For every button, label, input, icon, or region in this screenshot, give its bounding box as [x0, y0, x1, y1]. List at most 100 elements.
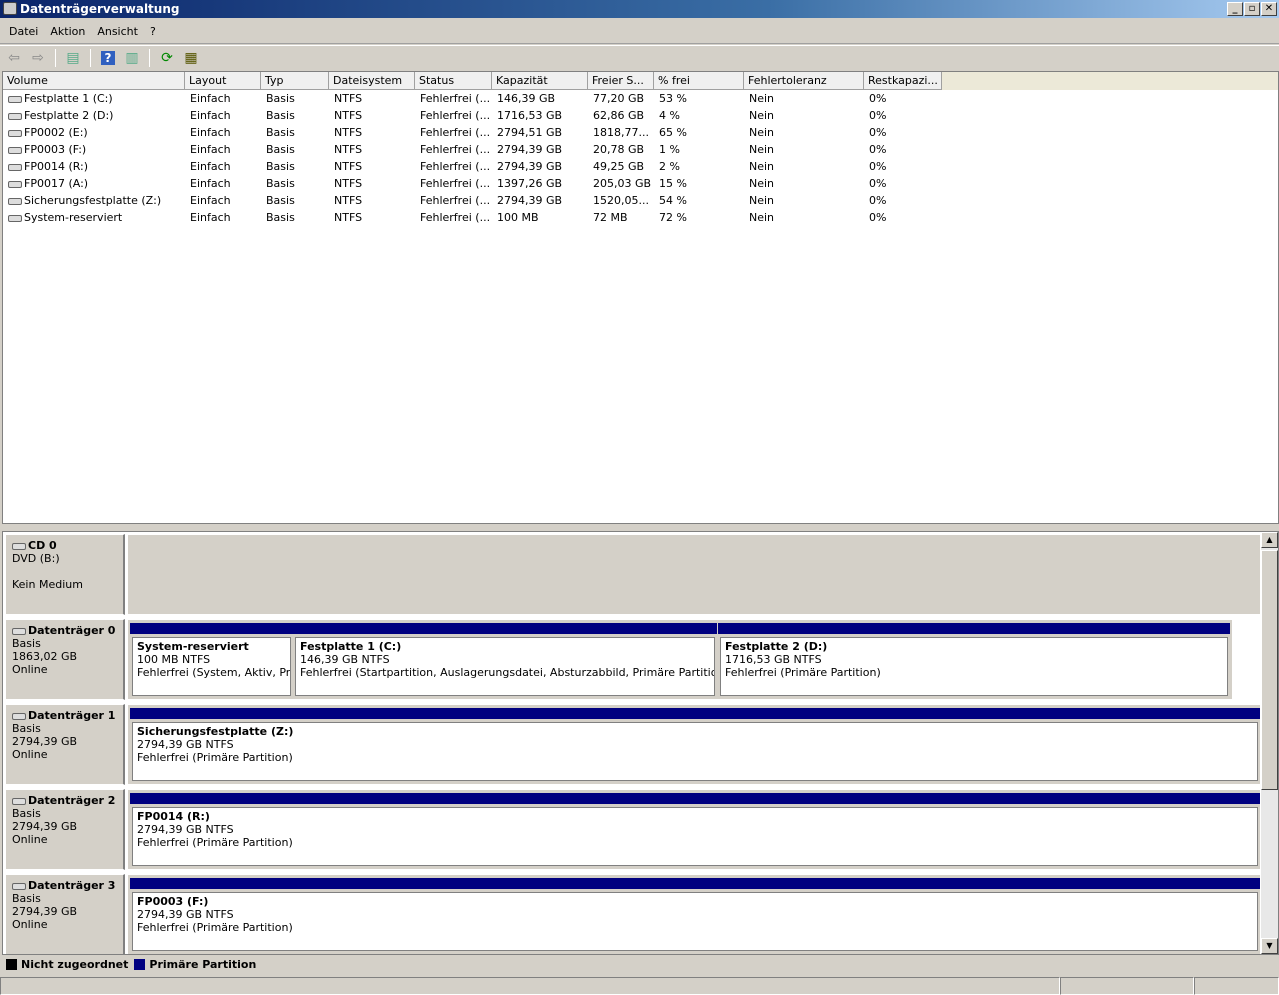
- action-pane-icon[interactable]: ▥: [122, 49, 142, 67]
- cell-text: 54 %: [659, 194, 687, 207]
- table-cell: 0%: [864, 90, 942, 107]
- cell-text: 2794,51 GB: [497, 126, 563, 139]
- back-icon[interactable]: ⇦: [4, 49, 24, 67]
- table-row[interactable]: FP0017 (A:) Einfach Basis NTFS Fehlerfrei (.…: [3, 175, 1278, 192]
- cell-text: 20,78 GB: [593, 143, 645, 156]
- table-row[interactable]: FP0002 (E:) Einfach Basis NTFS Fehlerfrei (.…: [3, 124, 1278, 141]
- disk-icon: [12, 712, 26, 720]
- column-headers: Volume Layout Typ Dateisystem Status Kapazitä…: [3, 72, 1278, 90]
- table-cell: Basis: [261, 192, 329, 209]
- disk-title: Datenträger 2: [28, 794, 116, 807]
- partition-box[interactable]: Festplatte 2 (D:) 1716,53 GB NTFS Fehlerfr…: [720, 637, 1228, 696]
- disk-type: Basis: [12, 722, 41, 735]
- refresh-icon[interactable]: ⟳: [157, 49, 177, 67]
- column-header[interactable]: Status: [415, 72, 492, 90]
- help-icon[interactable]: ?: [98, 49, 118, 67]
- scroll-down-button[interactable]: ▼: [1261, 938, 1278, 954]
- column-header[interactable]: Freier S...: [588, 72, 654, 90]
- forward-icon[interactable]: ⇨: [28, 49, 48, 67]
- table-row[interactable]: Festplatte 2 (D:) Einfach Basis NTFS Fehlerf…: [3, 107, 1278, 124]
- scroll-thumb[interactable]: [1261, 550, 1278, 790]
- disk-type: Basis: [12, 807, 41, 820]
- column-header[interactable]: Kapazität: [492, 72, 588, 90]
- volume-icon: [8, 163, 22, 171]
- close-button[interactable]: ✕: [1261, 2, 1277, 16]
- disk-state: Online: [12, 663, 48, 676]
- cell-text: Fehlerfrei (...: [420, 211, 491, 224]
- table-cell: 0%: [864, 158, 942, 175]
- table-row[interactable]: FP0003 (F:) Einfach Basis NTFS Fehlerfrei (.…: [3, 141, 1278, 158]
- table-cell: 0%: [864, 107, 942, 124]
- column-header[interactable]: Typ: [261, 72, 329, 90]
- minimize-button[interactable]: _: [1227, 2, 1243, 16]
- table-cell: 72 %: [654, 209, 744, 226]
- console-tree-icon[interactable]: ▤: [63, 49, 83, 67]
- table-cell: Einfach: [185, 158, 261, 175]
- partition[interactable]: FP0014 (R:) 2794,39 GB NTFS Fehlerfrei (Pr…: [130, 793, 1260, 868]
- table-cell: Einfach: [185, 175, 261, 192]
- cell-text: Nein: [749, 109, 775, 122]
- partition-box[interactable]: FP0014 (R:) 2794,39 GB NTFS Fehlerfrei (Pr…: [132, 807, 1258, 866]
- column-header[interactable]: Volume: [3, 72, 185, 90]
- partition[interactable]: Festplatte 2 (D:) 1716,53 GB NTFS Fehlerfr…: [718, 623, 1230, 698]
- disk-label[interactable]: CD 0 DVD (B:) Kein Medium: [5, 534, 125, 615]
- cell-text: Einfach: [190, 194, 231, 207]
- disk-size: 1863,02 GB: [12, 650, 78, 663]
- table-cell: 146,39 GB: [492, 90, 588, 107]
- menu-datei[interactable]: Datei: [3, 25, 44, 38]
- title-bar: Datenträgerverwaltung _ ▫ ✕: [0, 0, 1279, 18]
- table-cell: Einfach: [185, 124, 261, 141]
- menu-aktion[interactable]: Aktion: [44, 25, 91, 38]
- vertical-scrollbar[interactable]: ▲ ▼: [1261, 532, 1278, 954]
- column-header[interactable]: Dateisystem: [329, 72, 415, 90]
- properties-icon[interactable]: ▦: [181, 49, 201, 67]
- disk-label[interactable]: Datenträger 3 Basis 2794,39 GB Online: [5, 874, 125, 954]
- table-row[interactable]: System-reserviert Einfach Basis NTFS Fehlerf…: [3, 209, 1278, 226]
- partition[interactable]: Sicherungsfestplatte (Z:) 2794,39 GB NTFS…: [130, 708, 1260, 783]
- table-cell: NTFS: [329, 141, 415, 158]
- volume-icon: [8, 197, 22, 205]
- column-header[interactable]: Fehlertoleranz: [744, 72, 864, 90]
- column-header[interactable]: Layout: [185, 72, 261, 90]
- table-cell: 1397,26 GB: [492, 175, 588, 192]
- disk-label[interactable]: Datenträger 0 Basis 1863,02 GB Online: [5, 619, 125, 700]
- disk-label[interactable]: Datenträger 2 Basis 2794,39 GB Online: [5, 789, 125, 870]
- cell-text: Nein: [749, 211, 775, 224]
- partition[interactable]: System-reserviert 100 MB NTFS Fehlerfrei (…: [130, 623, 293, 698]
- disk-label[interactable]: Datenträger 1 Basis 2794,39 GB Online: [5, 704, 125, 785]
- menu-help[interactable]: ?: [144, 25, 162, 38]
- restore-button[interactable]: ▫: [1244, 2, 1260, 16]
- table-row[interactable]: Sicherungsfestplatte (Z:) Einfach Basis NTF…: [3, 192, 1278, 209]
- partition-box[interactable]: FP0003 (F:) 2794,39 GB NTFS Fehlerfrei (Pr…: [132, 892, 1258, 951]
- column-header[interactable]: Restkapazi...: [864, 72, 942, 90]
- partition-box[interactable]: Sicherungsfestplatte (Z:) 2794,39 GB NTFS…: [132, 722, 1258, 781]
- disk-partitions: Sicherungsfestplatte (Z:) 2794,39 GB NTFS…: [127, 704, 1261, 785]
- disk-type: Basis: [12, 892, 41, 905]
- table-row[interactable]: FP0014 (R:) Einfach Basis NTFS Fehlerfrei (.…: [3, 158, 1278, 175]
- table-cell: 2 %: [654, 158, 744, 175]
- partition[interactable]: Festplatte 1 (C:) 146,39 GB NTFS Fehlerfre…: [293, 623, 717, 698]
- legend: Nicht zugeordnet Primäre Partition: [2, 955, 1279, 973]
- partition-size: 2794,39 GB NTFS: [137, 738, 234, 751]
- cell-text: Basis: [266, 211, 295, 224]
- disk-icon: [12, 627, 26, 635]
- table-row[interactable]: Festplatte 1 (C:) Einfach Basis NTFS Fehlerf…: [3, 90, 1278, 107]
- partition-box[interactable]: System-reserviert 100 MB NTFS Fehlerfrei (…: [132, 637, 291, 696]
- cell-text: NTFS: [334, 126, 363, 139]
- table-cell: 205,03 GB: [588, 175, 654, 192]
- menu-ansicht[interactable]: Ansicht: [91, 25, 144, 38]
- cell-text: Einfach: [190, 160, 231, 173]
- partition-box[interactable]: Festplatte 1 (C:) 146,39 GB NTFS Fehlerfre…: [295, 637, 715, 696]
- table-cell: NTFS: [329, 158, 415, 175]
- cell-text: 0%: [869, 143, 887, 156]
- disk-title: Datenträger 0: [28, 624, 116, 637]
- cell-text: FP0003 (F:): [24, 143, 87, 156]
- partition-type-bar: [130, 793, 1260, 804]
- partition[interactable]: FP0003 (F:) 2794,39 GB NTFS Fehlerfrei (Pr…: [130, 878, 1260, 953]
- table-cell: Nein: [744, 107, 864, 124]
- cell-text: 72 %: [659, 211, 687, 224]
- scroll-up-button[interactable]: ▲: [1261, 532, 1278, 548]
- column-header[interactable]: % frei: [654, 72, 744, 90]
- table-cell: Basis: [261, 209, 329, 226]
- status-bar: [0, 977, 1279, 995]
